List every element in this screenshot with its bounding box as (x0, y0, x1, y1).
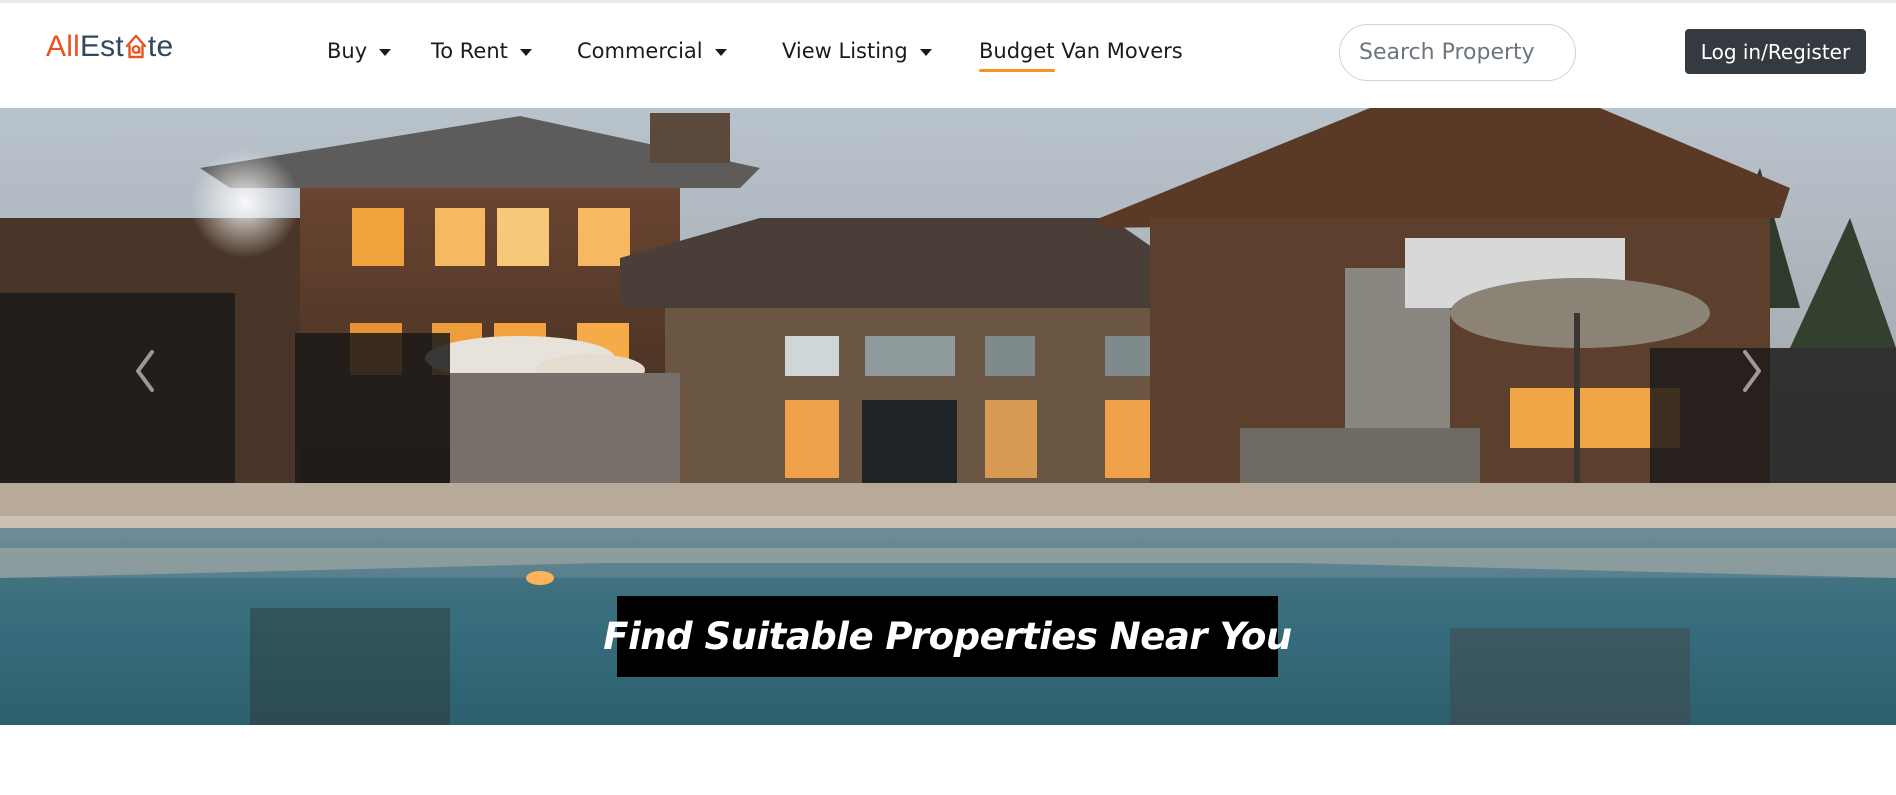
nav-to-rent-dropdown[interactable]: To Rent (431, 35, 532, 67)
carousel-prev-button[interactable] (130, 346, 160, 396)
nav-budget-van-movers-link[interactable]: Budget Van Movers (979, 35, 1183, 67)
hero-carousel: Find Suitable Properties Near You (0, 108, 1896, 725)
active-nav-underline (979, 69, 1055, 72)
chevron-left-icon (136, 350, 154, 392)
nav-view-listing-dropdown[interactable]: View Listing (782, 35, 932, 67)
search-input[interactable] (1339, 24, 1576, 81)
page-content-area (0, 725, 1896, 795)
logo-text-te: te (147, 30, 174, 63)
caret-down-icon (519, 48, 532, 56)
hero-caption-text: Find Suitable Properties Near You (603, 615, 1292, 658)
nav-commercial-label: Commercial (577, 39, 703, 63)
nav-commercial-dropdown[interactable]: Commercial (577, 35, 727, 67)
nav-buy-dropdown[interactable]: Buy (327, 35, 392, 67)
hero-caption: Find Suitable Properties Near You (603, 596, 1292, 677)
caret-down-icon (714, 48, 727, 56)
carousel-next-button[interactable] (1737, 346, 1767, 396)
page: All Est te Buy To Rent Commercial View L… (0, 0, 1896, 795)
chevron-right-icon (1743, 350, 1761, 392)
nav-buy-label: Buy (327, 39, 368, 63)
login-register-button[interactable]: Log in/Register (1685, 29, 1866, 74)
nav-budget-van-movers-label: Budget Van Movers (979, 39, 1183, 63)
house-a-icon (125, 33, 147, 59)
logo-text-est: Est (79, 30, 124, 63)
caret-down-icon (379, 48, 392, 56)
logo-text-all: All (46, 30, 80, 63)
caret-down-icon (919, 48, 932, 56)
logo[interactable]: All Est te (46, 29, 173, 65)
nav-to-rent-label: To Rent (431, 39, 508, 63)
nav-view-listing-label: View Listing (782, 39, 908, 63)
navbar: All Est te Buy To Rent Commercial View L… (0, 3, 1896, 108)
